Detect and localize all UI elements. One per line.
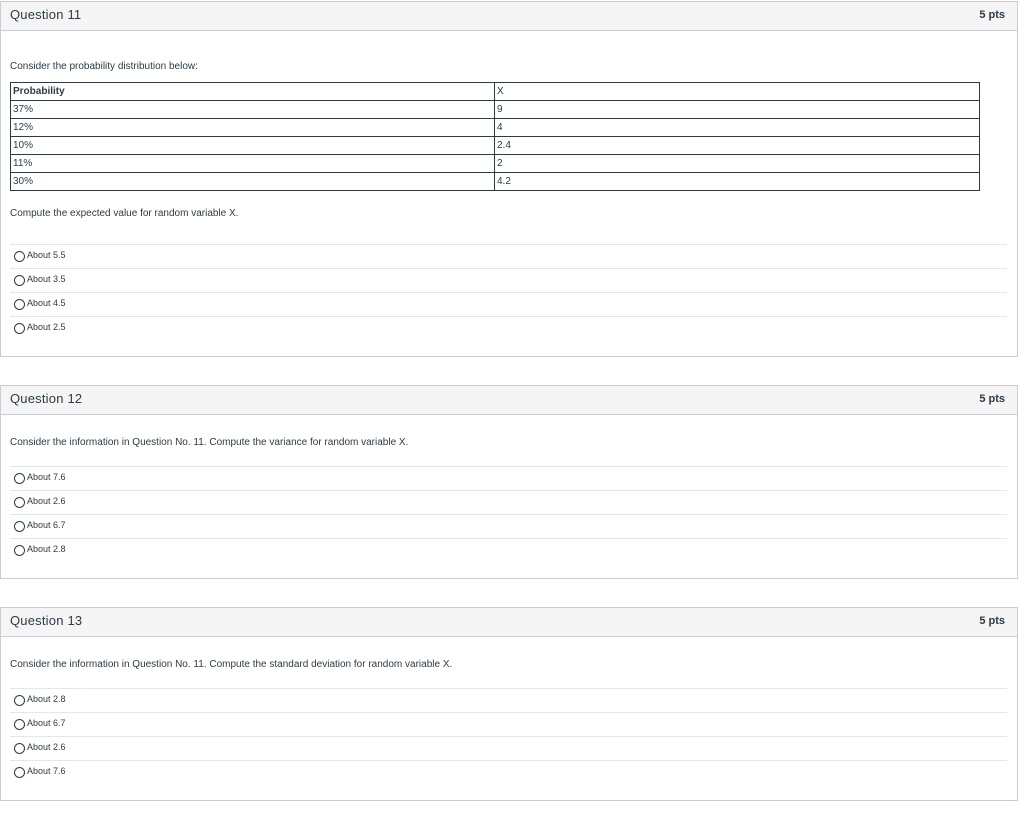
table-header-row: Probability X	[10, 82, 980, 101]
question-13: Question 13 5 pts Consider the informati…	[0, 607, 1018, 801]
table-cell: 10%	[10, 136, 495, 155]
answer-label[interactable]: About 6.7	[27, 520, 66, 530]
answer-option[interactable]: About 4.5	[10, 292, 1007, 316]
table-cell: 9	[494, 100, 980, 119]
radio-button[interactable]	[14, 743, 25, 754]
table-cell: 30%	[10, 172, 495, 191]
question-header: Question 11 5 pts	[1, 2, 1017, 31]
table-row: 37% 9	[10, 100, 980, 119]
answer-label[interactable]: About 2.5	[27, 322, 66, 332]
radio-button[interactable]	[14, 767, 25, 778]
table-row: 12% 4	[10, 118, 980, 137]
question-prompt: Consider the information in Question No.…	[10, 659, 453, 670]
answer-label[interactable]: About 3.5	[27, 274, 66, 284]
question-title: Question 13	[10, 613, 83, 628]
question-points: 5 pts	[979, 9, 1005, 21]
radio-button[interactable]	[14, 719, 25, 730]
answer-option[interactable]: About 6.7	[10, 514, 1007, 538]
question-11: Question 11 5 pts Consider the probabili…	[0, 1, 1018, 357]
question-points: 5 pts	[979, 393, 1005, 405]
table-cell: 2	[494, 154, 980, 173]
radio-button[interactable]	[14, 521, 25, 532]
table-header-x: X	[494, 82, 980, 101]
radio-button[interactable]	[14, 323, 25, 334]
radio-button[interactable]	[14, 251, 25, 262]
answer-option[interactable]: About 3.5	[10, 268, 1007, 292]
question-title: Question 11	[10, 7, 82, 22]
radio-button[interactable]	[14, 299, 25, 310]
radio-button[interactable]	[14, 473, 25, 484]
answer-option[interactable]: About 2.8	[10, 688, 1007, 712]
answer-label[interactable]: About 6.7	[27, 718, 66, 728]
table-cell: 4.2	[494, 172, 980, 191]
question-header: Question 12 5 pts	[1, 386, 1017, 415]
answer-option[interactable]: About 2.6	[10, 736, 1007, 760]
question-header: Question 13 5 pts	[1, 608, 1017, 637]
answer-option[interactable]: About 7.6	[10, 466, 1007, 490]
table-row: 11% 2	[10, 154, 980, 173]
answer-option[interactable]: About 7.6	[10, 760, 1007, 784]
table-row: 10% 2.4	[10, 136, 980, 155]
answer-label[interactable]: About 5.5	[27, 250, 66, 260]
table-cell: 11%	[10, 154, 495, 173]
answer-list: About 7.6 About 2.6 About 6.7 About 2.8	[10, 466, 1007, 562]
probability-table: Probability X 37% 9 12% 4 10% 2.4 11% 2 …	[10, 82, 980, 191]
answer-label[interactable]: About 2.8	[27, 544, 66, 554]
radio-button[interactable]	[14, 275, 25, 286]
answer-list: About 2.8 About 6.7 About 2.6 About 7.6	[10, 688, 1007, 784]
question-prompt: Compute the expected value for random va…	[10, 208, 239, 219]
table-cell: 12%	[10, 118, 495, 137]
answer-option[interactable]: About 2.5	[10, 316, 1007, 340]
question-intro: Consider the probability distribution be…	[10, 61, 198, 72]
answer-label[interactable]: About 7.6	[27, 766, 66, 776]
table-cell: 2.4	[494, 136, 980, 155]
answer-option[interactable]: About 2.8	[10, 538, 1007, 562]
answer-label[interactable]: About 4.5	[27, 298, 66, 308]
answer-label[interactable]: About 2.6	[27, 496, 66, 506]
answer-option[interactable]: About 6.7	[10, 712, 1007, 736]
answer-option[interactable]: About 2.6	[10, 490, 1007, 514]
radio-button[interactable]	[14, 695, 25, 706]
question-title: Question 12	[10, 391, 83, 406]
question-prompt: Consider the information in Question No.…	[10, 437, 409, 448]
answer-label[interactable]: About 2.8	[27, 694, 66, 704]
radio-button[interactable]	[14, 497, 25, 508]
question-points: 5 pts	[979, 615, 1005, 627]
table-row: 30% 4.2	[10, 172, 980, 191]
table-cell: 4	[494, 118, 980, 137]
table-header-probability: Probability	[10, 82, 495, 101]
radio-button[interactable]	[14, 545, 25, 556]
table-cell: 37%	[10, 100, 495, 119]
answer-list: About 5.5 About 3.5 About 4.5 About 2.5	[10, 244, 1007, 340]
answer-option[interactable]: About 5.5	[10, 244, 1007, 268]
question-12: Question 12 5 pts Consider the informati…	[0, 385, 1018, 579]
answer-label[interactable]: About 7.6	[27, 472, 66, 482]
answer-label[interactable]: About 2.6	[27, 742, 66, 752]
